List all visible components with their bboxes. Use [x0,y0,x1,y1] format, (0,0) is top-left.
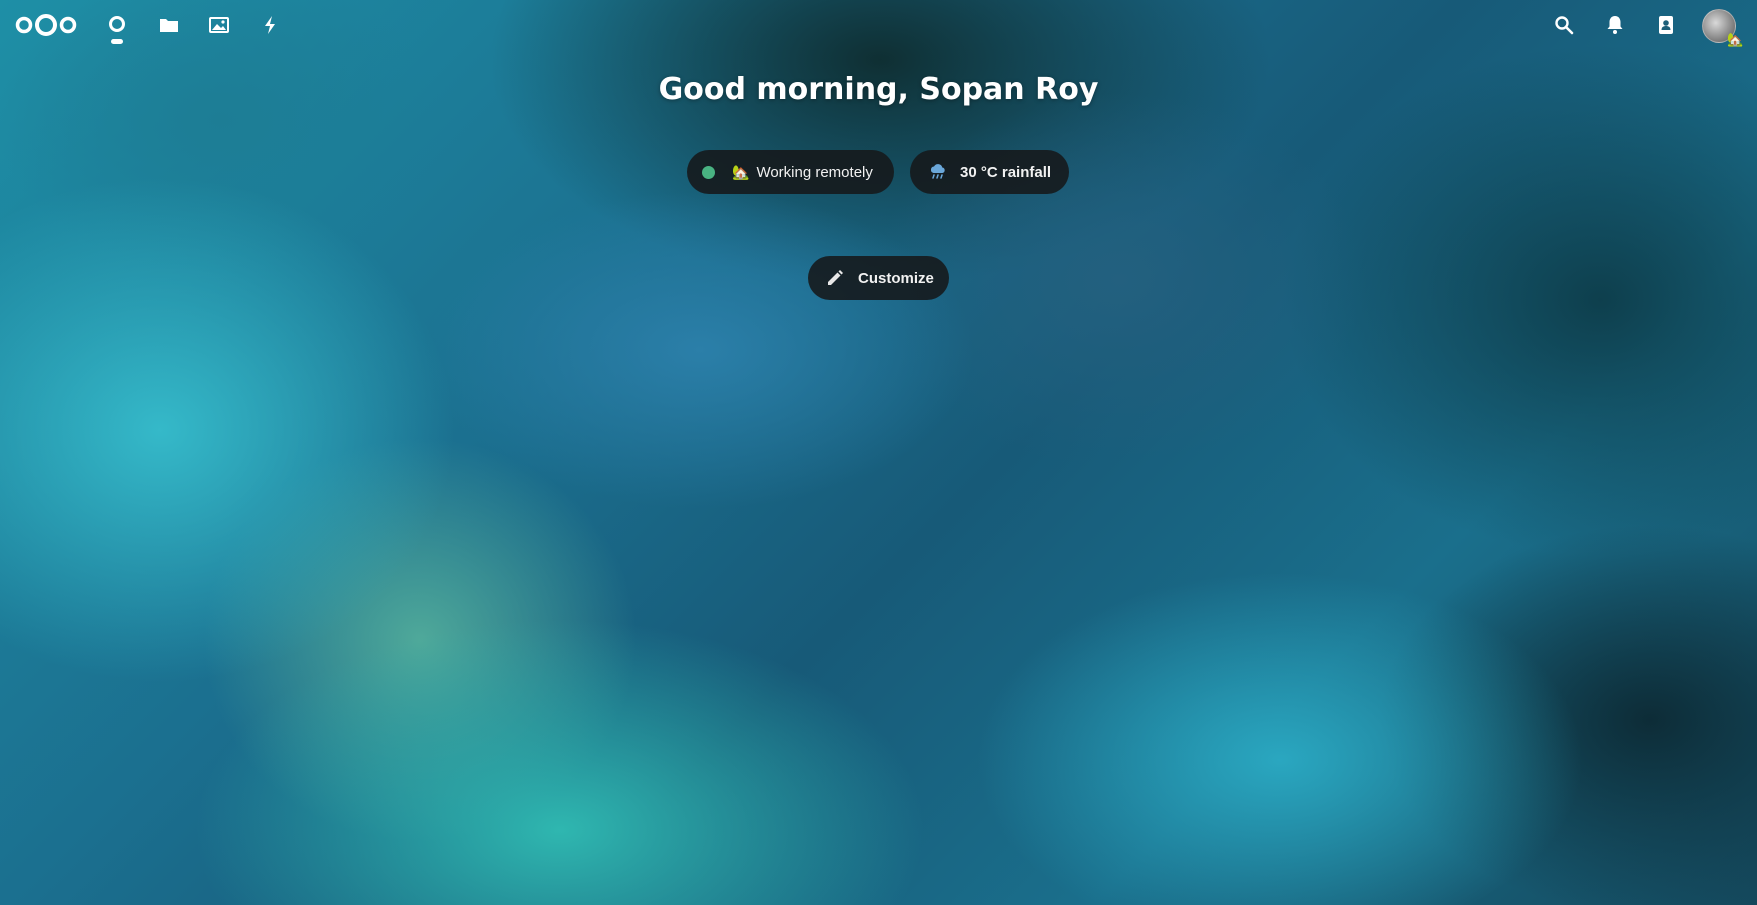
pencil-icon [825,268,845,288]
avatar-status-emoji: 🏡 [1727,32,1744,47]
contacts-icon[interactable] [1653,12,1679,38]
lightning-icon[interactable] [257,12,283,38]
weather-status-button[interactable]: 30 °C rainfall [910,150,1069,194]
weather-text: 30 °C rainfall [960,163,1052,181]
nextcloud-logo[interactable] [14,13,78,37]
greeting-title: Good morning, Sopan Roy [658,72,1099,107]
customize-label: Customize [858,269,934,287]
dashboard-icon[interactable] [104,12,130,38]
top-header: 🏡 [0,0,1757,50]
image-icon[interactable] [206,12,232,38]
customize-button[interactable]: Customize [808,256,949,300]
online-status-dot [702,165,715,179]
rain-cloud-icon [928,162,948,182]
search-icon[interactable] [1551,12,1577,38]
user-status-button[interactable]: 🏡 Working remotely [687,150,894,194]
status-emoji: 🏡 [732,163,750,180]
bell-icon[interactable] [1602,12,1628,38]
active-app-indicator [111,39,123,44]
status-text: Working remotely [756,163,873,181]
folder-icon[interactable] [156,12,182,38]
